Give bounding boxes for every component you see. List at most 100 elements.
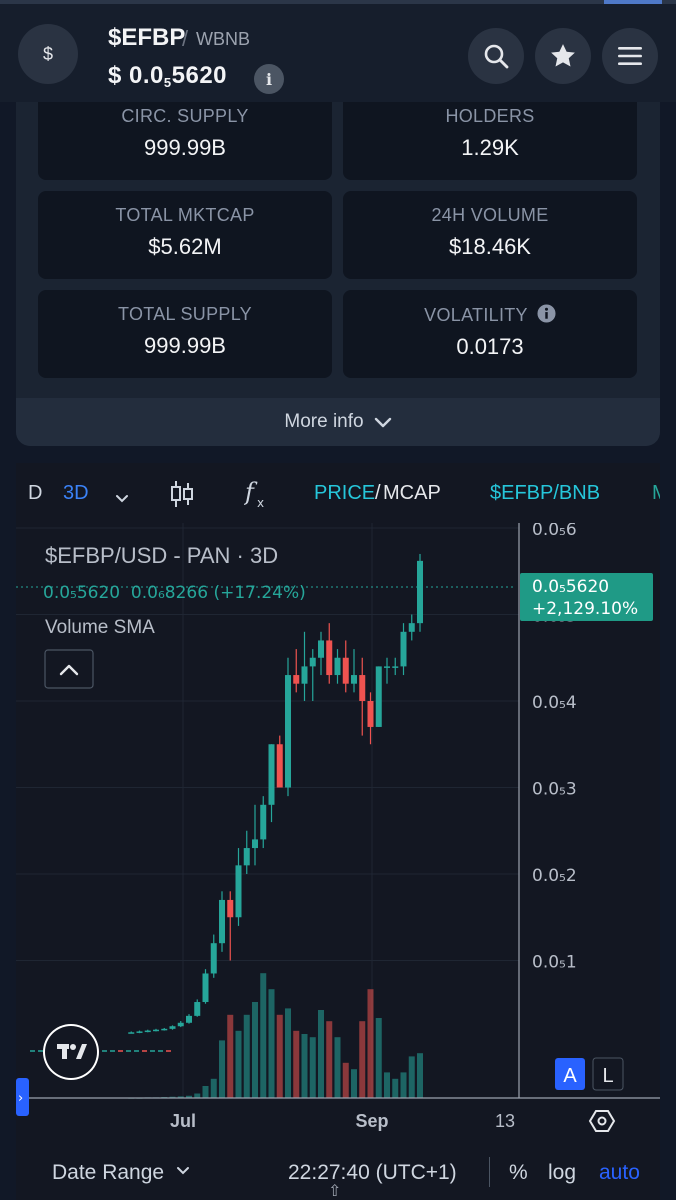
- stat-label: HOLDERS: [445, 106, 535, 126]
- volume-bar: [384, 1072, 390, 1098]
- candle-body: [318, 640, 324, 658]
- tradingview-logo[interactable]: [43, 1024, 99, 1080]
- timeframe-d[interactable]: D: [28, 482, 42, 505]
- volume-bar: [334, 1037, 341, 1098]
- pair-toggle[interactable]: $EFBP/BNB: [490, 482, 600, 505]
- volume-bar: [260, 973, 267, 1098]
- log-scale-letter: L: [602, 1065, 613, 1087]
- volume-bar: [227, 1014, 234, 1098]
- svg-text:x: x: [257, 496, 264, 510]
- auto-scale-button[interactable]: A: [555, 1058, 585, 1090]
- price-toggle[interactable]: PRICE: [314, 482, 375, 505]
- svg-text:›: ›: [18, 1091, 23, 1106]
- stat-value: 999.99B: [144, 135, 226, 160]
- token-logo: $: [18, 24, 78, 84]
- date-range-button[interactable]: Date Range: [52, 1161, 190, 1185]
- candle-body: [392, 666, 399, 668]
- candle-body: [243, 848, 250, 866]
- price-tag-value: 0.0₅5620: [532, 577, 609, 597]
- volume-bar: [293, 1030, 300, 1098]
- price-chart-widget: D 3D f x PRICE / MCAP $EFBP/BNB M: [16, 463, 660, 1200]
- chart-grid: [16, 523, 519, 1098]
- candle-body: [194, 1002, 201, 1016]
- volume-bar: [243, 1014, 250, 1098]
- candle-body: [161, 1028, 168, 1031]
- candle-body: [400, 631, 407, 667]
- pair-separator: /: [182, 26, 189, 51]
- log-scale-toggle[interactable]: log: [548, 1161, 576, 1185]
- volume-bar: [268, 989, 275, 1098]
- candle-body: [342, 657, 349, 684]
- chart-clock[interactable]: 22:27:40 (UTC+1): [288, 1161, 457, 1185]
- volume-bar: [351, 1069, 357, 1098]
- price-info-icon[interactable]: i: [254, 64, 284, 94]
- candle-body: [169, 1026, 176, 1029]
- price-tag-change: +2,129.10%: [532, 599, 638, 619]
- indicators-button[interactable]: f x: [243, 478, 270, 516]
- stat-total-mktcap: TOTAL MKTCAP $5.62M: [38, 191, 332, 279]
- mcap-toggle[interactable]: MCAP: [383, 482, 441, 505]
- collapse-legend-button[interactable]: [44, 649, 94, 689]
- auto-scale-toggle[interactable]: auto: [599, 1161, 640, 1185]
- volume-bar: [210, 1078, 217, 1098]
- side-drawer-handle[interactable]: ›: [16, 1078, 29, 1116]
- token-price: $ 0.055620: [108, 62, 227, 90]
- candle-body: [260, 804, 267, 840]
- candle-body: [384, 666, 390, 668]
- more-info-label: More info: [284, 411, 364, 432]
- more-info-button[interactable]: More info: [16, 398, 660, 446]
- menu-icon: [618, 47, 642, 65]
- favorite-button[interactable]: [535, 28, 591, 84]
- candle-body: [227, 899, 234, 918]
- percent-scale-toggle[interactable]: %: [509, 1161, 528, 1185]
- candle-body: [351, 675, 357, 684]
- chart-bottom-bar: Date Range 22:27:40 (UTC+1) % log auto ⇧: [16, 1153, 660, 1200]
- search-icon: [484, 44, 509, 69]
- toolbar-overflow-item[interactable]: M: [652, 482, 660, 505]
- stat-label: TOTAL SUPPLY: [118, 304, 252, 324]
- stat-volatility: VOLATILITY 0.0173: [343, 290, 637, 378]
- quote-token: WBNB: [196, 29, 250, 49]
- volume-bar: [318, 1010, 324, 1098]
- timeframe-dropdown[interactable]: [115, 487, 129, 510]
- stat-label-text: VOLATILITY: [424, 305, 528, 325]
- scroll-up-icon[interactable]: ⇧: [328, 1181, 341, 1200]
- y-tick-label: 0.0₅4: [532, 693, 577, 713]
- y-tick-label: 0.0₅6: [532, 523, 577, 540]
- token-stats-panel: CIRC. SUPPLY 999.99B HOLDERS 1.29K TOTAL…: [16, 102, 660, 446]
- menu-button[interactable]: [602, 28, 658, 84]
- chevron-down-icon: [176, 1167, 189, 1175]
- price-candles: [128, 553, 423, 1034]
- candle-body: [301, 666, 308, 684]
- volume-bar: [276, 1014, 283, 1098]
- candlestick-chart: 0.0₅60.0₅50.0₅40.0₅30.0₅20.0₅1 JulSep13 …: [16, 523, 660, 1132]
- candle-body: [252, 839, 258, 849]
- volume-bar: [252, 1002, 258, 1098]
- candle-body: [186, 1015, 192, 1023]
- log-scale-button[interactable]: L: [592, 1057, 624, 1091]
- chart-type-button[interactable]: [170, 479, 194, 515]
- chart-settings-icon[interactable]: [588, 1110, 616, 1132]
- info-icon[interactable]: [537, 304, 556, 323]
- candle-body: [326, 640, 333, 676]
- search-button[interactable]: [468, 28, 524, 84]
- candlestick-icon: [171, 481, 193, 507]
- x-tick-label: 13: [495, 1111, 515, 1131]
- candle-body: [375, 666, 382, 727]
- volume-bar: [408, 1056, 415, 1098]
- price-prefix: $ 0.0: [108, 62, 164, 89]
- candle-body: [268, 744, 275, 805]
- volume-bar: [202, 1086, 209, 1098]
- volume-bar: [309, 1037, 316, 1098]
- timeframe-3d[interactable]: 3D: [63, 482, 89, 505]
- chart-legend-ohlc: 0.0₅5620 0.0₆8266 (+17.24%): [43, 583, 306, 603]
- stat-label: TOTAL MKTCAP: [115, 205, 255, 225]
- volume-bar: [400, 1072, 407, 1098]
- volume-bar: [392, 1078, 399, 1098]
- token-name: $EFBP: [108, 24, 186, 51]
- volume-bar: [235, 1030, 242, 1098]
- stat-total-supply: TOTAL SUPPLY 999.99B: [38, 290, 332, 378]
- candle-body: [276, 744, 283, 788]
- candle-body: [417, 560, 423, 624]
- star-icon: [551, 44, 575, 67]
